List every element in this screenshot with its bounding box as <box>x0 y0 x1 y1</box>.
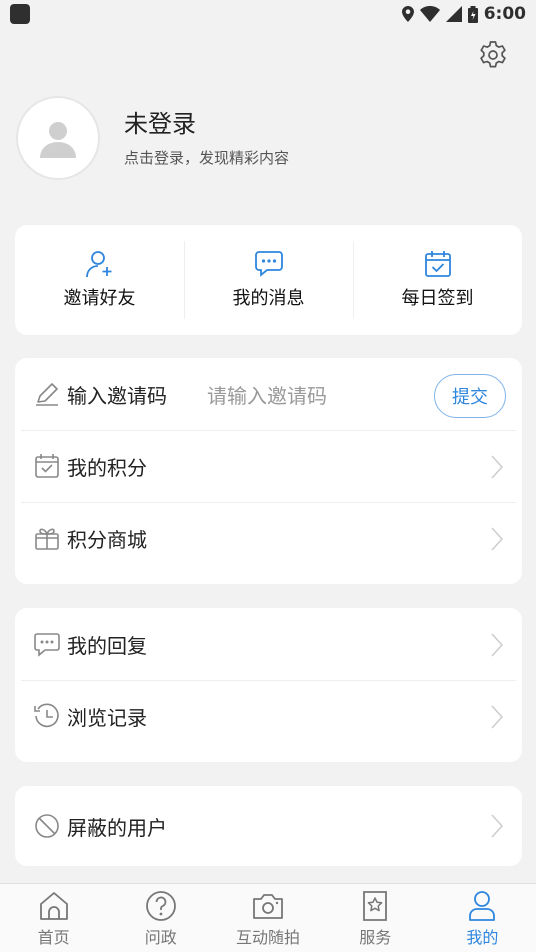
my-messages-button[interactable]: 我的消息 <box>184 225 353 335</box>
invite-friends-button[interactable]: 邀请好友 <box>15 225 184 335</box>
my-replies-row[interactable]: 我的回复 <box>15 608 522 680</box>
points-calendar-icon <box>33 452 61 480</box>
browse-history-label: 浏览记录 <box>67 705 147 730</box>
nav-services-label: 服务 <box>359 928 392 947</box>
bottom-nav: 首页 问政 互动随拍 服务 我的 <box>0 883 536 952</box>
nav-me[interactable]: 我的 <box>429 884 536 952</box>
nav-home[interactable]: 首页 <box>0 884 107 952</box>
invite-friends-label: 邀请好友 <box>63 288 136 309</box>
nav-inquiry-label: 问政 <box>144 928 177 947</box>
user-icon <box>469 891 496 921</box>
invite-code-row: 输入邀请码 请输入邀请码 提交 <box>15 358 522 430</box>
signal-icon <box>445 6 462 22</box>
chevron-right-icon <box>491 455 504 479</box>
settings-gear-icon[interactable] <box>478 40 508 70</box>
question-icon <box>145 891 176 921</box>
star-bookmark-icon <box>363 891 388 921</box>
block-icon <box>33 812 61 840</box>
history-icon <box>33 702 61 730</box>
login-hint: 点击登录，发现精彩内容 <box>124 148 290 167</box>
profile-header[interactable]: 未登录 点击登录，发现精彩内容 <box>16 96 289 180</box>
points-mall-label: 积分商城 <box>67 527 147 552</box>
add-user-icon <box>85 251 111 278</box>
reply-icon <box>33 630 61 658</box>
nav-snapshot-label: 互动随拍 <box>236 928 301 947</box>
notification-icon <box>10 4 30 24</box>
blocked-users-row[interactable]: 屏蔽的用户 <box>15 786 522 866</box>
invite-code-input[interactable]: 请输入邀请码 <box>207 380 327 409</box>
browse-history-row[interactable]: 浏览记录 <box>15 680 522 752</box>
my-messages-label: 我的消息 <box>232 288 305 309</box>
quick-actions-card: 邀请好友 我的消息 每日签到 <box>15 225 522 335</box>
my-points-label: 我的积分 <box>67 455 147 480</box>
default-avatar-icon <box>40 122 76 158</box>
nav-home-label: 首页 <box>37 928 70 947</box>
activity-card: 我的回复 浏览记录 <box>15 608 522 762</box>
chevron-right-icon <box>491 527 504 551</box>
daily-checkin-label: 每日签到 <box>401 288 474 309</box>
home-icon <box>39 892 68 920</box>
location-icon <box>401 6 414 22</box>
my-replies-label: 我的回复 <box>67 633 147 658</box>
blocked-users-label: 屏蔽的用户 <box>67 815 167 840</box>
chevron-right-icon <box>491 705 504 729</box>
login-status-title[interactable]: 未登录 <box>124 109 289 139</box>
nav-services[interactable]: 服务 <box>322 884 429 952</box>
camera-icon <box>253 894 283 919</box>
wifi-icon <box>419 6 440 22</box>
my-points-row[interactable]: 我的积分 <box>15 430 522 502</box>
status-time: 6:00 <box>483 4 526 24</box>
chevron-right-icon <box>491 814 504 838</box>
blocked-card: 屏蔽的用户 <box>15 786 522 866</box>
nav-inquiry[interactable]: 问政 <box>107 884 214 952</box>
daily-checkin-button[interactable]: 每日签到 <box>353 225 522 335</box>
gift-icon <box>33 524 61 552</box>
message-icon <box>254 251 283 277</box>
pencil-icon <box>33 380 61 408</box>
invite-points-card: 输入邀请码 请输入邀请码 提交 我的积分 积分商城 <box>15 358 522 584</box>
invite-code-label: 输入邀请码 <box>67 383 167 408</box>
status-bar: 6:00 <box>0 0 536 28</box>
battery-icon <box>467 5 478 23</box>
status-indicators: 6:00 <box>401 4 526 24</box>
submit-button[interactable]: 提交 <box>434 374 506 418</box>
nav-me-label: 我的 <box>466 928 499 947</box>
avatar[interactable] <box>16 96 100 180</box>
chevron-right-icon <box>491 633 504 657</box>
calendar-check-icon <box>424 251 451 277</box>
points-mall-row[interactable]: 积分商城 <box>15 502 522 574</box>
nav-snapshot[interactable]: 互动随拍 <box>214 884 321 952</box>
